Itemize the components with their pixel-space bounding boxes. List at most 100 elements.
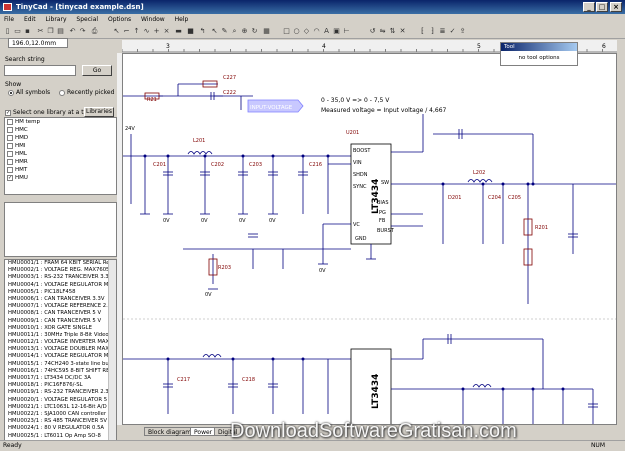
select-tool-icon[interactable]: ↖ — [112, 27, 121, 36]
symbol-list-item[interactable]: HMU0002/1 : VOLTAGE REG. MAX7605 — [5, 267, 116, 274]
symbol-list-item[interactable]: HMU0023/1 : RS 485 TRANCEIVER 5V — [5, 418, 116, 425]
flip-icon[interactable]: ⇅ — [388, 27, 397, 36]
symbol-list-item[interactable]: HMU0009/1 : CAN TRANCEIVER 5 V — [5, 318, 116, 325]
symbol-list-item[interactable]: HMU0006/1 : CAN TRANCEIVER 3.3V — [5, 296, 116, 303]
rect-tool-icon[interactable]: □ — [282, 27, 291, 36]
tool-window-title[interactable]: Tool — [501, 43, 577, 51]
polygon-tool-icon[interactable]: ◇ — [302, 27, 311, 36]
symbol-list-item[interactable]: HMU0017/1 : LT3434 DC/DC 3A — [5, 375, 116, 382]
symbol-list-item[interactable]: HMU0004/1 : VOLTAGE REGULATOR MA — [5, 282, 116, 289]
search-input[interactable] — [4, 65, 76, 76]
pencil-icon[interactable]: ✎ — [220, 27, 229, 36]
library-item[interactable]: HM temp — [5, 118, 116, 126]
parts-list-icon[interactable]: ≣ — [438, 27, 447, 36]
close-button[interactable]: × — [610, 2, 622, 12]
symbol-list-item[interactable]: HMU0008/1 : CAN TRANCEIVER 5 V — [5, 310, 116, 317]
pin-label: SW — [381, 180, 389, 186]
pin-label: BOOST — [353, 148, 371, 154]
image-icon[interactable]: ▣ — [332, 27, 341, 36]
libraries-button[interactable]: Libraries — [84, 107, 114, 117]
junction-tool-icon[interactable]: + — [152, 27, 161, 36]
symbol-list-item[interactable]: HMU0025/1 : LT6011 Op Amp SO-8 — [5, 433, 116, 440]
tab-power[interactable]: Power — [190, 427, 217, 436]
menu-options[interactable]: Options — [104, 14, 135, 25]
symbol-list-item[interactable]: HMU0015/1 : 74CH240 3-state line buffer — [5, 361, 116, 368]
delete-icon[interactable]: ✕ — [398, 27, 407, 36]
circle-tool-icon[interactable]: ○ — [292, 27, 301, 36]
library-item[interactable]: HMI — [5, 142, 116, 150]
bus-tool-icon[interactable]: ↑ — [132, 27, 141, 36]
redo-icon[interactable]: ↷ — [78, 27, 87, 36]
power-tool-icon[interactable]: ■ — [186, 27, 195, 36]
menu-library[interactable]: Library — [42, 14, 71, 25]
symbol-list-item[interactable]: HMU0010/1 : XOR GATE SINGLE — [5, 325, 116, 332]
symbol-list-item[interactable]: HMU0022/1 : SJA1000 CAN controller — [5, 411, 116, 418]
grid-icon[interactable]: ▦ — [262, 27, 271, 36]
maximize-button[interactable]: □ — [596, 2, 608, 12]
schematic-canvas[interactable]: 0 - 35,0 V => 0 - 7,5 V Measured voltage… — [122, 53, 617, 425]
symbol-list-item[interactable]: HMU0007/1 : VOLTAGE REFERENCE 2.5 — [5, 303, 116, 310]
new-icon[interactable]: ▯ — [3, 27, 12, 36]
noconnect-tool-icon[interactable]: × — [162, 27, 171, 36]
pointer-icon[interactable]: ↖ — [210, 27, 219, 36]
ruler-icon[interactable]: ⊢ — [342, 27, 351, 36]
symbol-list-item[interactable]: HMU0016/1 : 74HC595 8-BIT SHIFT REG — [5, 368, 116, 375]
magnify-icon[interactable]: ⊕ — [240, 27, 249, 36]
symbol-list-item[interactable]: HMU0021/1 : LTC1063L 12-16-Bit A/D — [5, 404, 116, 411]
symbol-list-item[interactable]: HMU0014/1 : VOLTAGE REGULATOR M — [5, 353, 116, 360]
library-item[interactable]: HML — [5, 150, 116, 158]
tab-block-diagram[interactable]: Block diagram — [144, 427, 196, 436]
paste-icon[interactable]: ▤ — [56, 27, 65, 36]
symbol-list-item[interactable]: HMU0011/1 : 30MHz Triple 8-Bit Video D — [5, 332, 116, 339]
library-item[interactable]: HMT — [5, 166, 116, 174]
menu-help[interactable]: Help — [171, 14, 193, 25]
symbol-list-item[interactable]: HMU0012/1 : VOLTAGE INVERTER MAX — [5, 339, 116, 346]
show-label: Show — [5, 81, 22, 88]
rotate-icon[interactable]: ↻ — [250, 27, 259, 36]
open-icon[interactable]: ▭ — [13, 27, 22, 36]
menu-window[interactable]: Window — [137, 14, 169, 25]
capacitor-label: C222 — [223, 90, 236, 96]
zoom-icon[interactable]: ⌕ — [230, 27, 239, 36]
library-item[interactable]: HMD — [5, 134, 116, 142]
checkbox-icon — [7, 142, 13, 149]
text-icon[interactable]: A — [322, 27, 331, 36]
minimize-button[interactable]: _ — [583, 2, 595, 12]
save-icon[interactable]: ▪ — [23, 27, 32, 36]
recently-picked-option[interactable]: Recently picked — [59, 89, 114, 96]
line-color-icon[interactable]: ▬ — [174, 27, 183, 36]
symbol-list-item[interactable]: HMU0001/1 : FRAM 64 KBIT SERIAL Re — [5, 260, 116, 267]
wire-tool-icon[interactable]: ⌐ — [122, 27, 131, 36]
symbol-list-item[interactable]: HMU0003/1 : RS-232 TRANCEIVER 3.3 — [5, 274, 116, 281]
library-item[interactable]: HMR — [5, 158, 116, 166]
symbol-list-item[interactable]: HMU0024/1 : 80 V REGULATOR 0.5A — [5, 425, 116, 432]
undo-icon[interactable]: ↶ — [68, 27, 77, 36]
symbol-list-item[interactable]: HMU0013/1 : VOLTAGE DOUBLER MAX — [5, 346, 116, 353]
cut-icon[interactable]: ✂ — [36, 27, 45, 36]
menu-file[interactable]: File — [0, 14, 18, 25]
all-symbols-option[interactable]: All symbols — [8, 89, 50, 96]
netlist-icon[interactable]: ⁆ — [428, 27, 437, 36]
label-tool-icon[interactable]: ∿ — [142, 27, 151, 36]
symbol-preview — [4, 202, 117, 257]
symbol-list-item[interactable]: HMU0005/1 : PIC18LF458 — [5, 289, 116, 296]
arc-tool-icon[interactable]: ◠ — [312, 27, 321, 36]
drc-icon[interactable]: ✓ — [448, 27, 457, 36]
library-item[interactable]: ✓ HMU — [5, 174, 116, 182]
rotate-left-icon[interactable]: ↺ — [368, 27, 377, 36]
library-item[interactable]: HMC — [5, 126, 116, 134]
symbol-list-item[interactable]: HMU0020/1 : VOLTAGE REGULATOR 5 — [5, 397, 116, 404]
menu-special[interactable]: Special — [72, 14, 102, 25]
annotate-icon[interactable]: ⁅ — [418, 27, 427, 36]
scrollbar[interactable] — [108, 260, 116, 440]
select-one-library-checkbox[interactable]: ✓ Select one library at a time — [5, 109, 95, 116]
copy-icon[interactable]: ❐ — [46, 27, 55, 36]
symbol-list-item[interactable]: HMU0018/1 : PIC16F876/-SL — [5, 382, 116, 389]
symbol-list-item[interactable]: HMU0019/1 : RS-232 TRANCEIVER 2.3 — [5, 389, 116, 396]
print-icon[interactable]: ⎙ — [90, 27, 99, 36]
mirror-icon[interactable]: ⇋ — [378, 27, 387, 36]
text-tool-icon[interactable]: ↰ — [198, 27, 207, 36]
go-button[interactable]: Go — [82, 65, 112, 76]
menu-edit[interactable]: Edit — [20, 14, 40, 25]
export-icon[interactable]: ⇪ — [458, 27, 467, 36]
